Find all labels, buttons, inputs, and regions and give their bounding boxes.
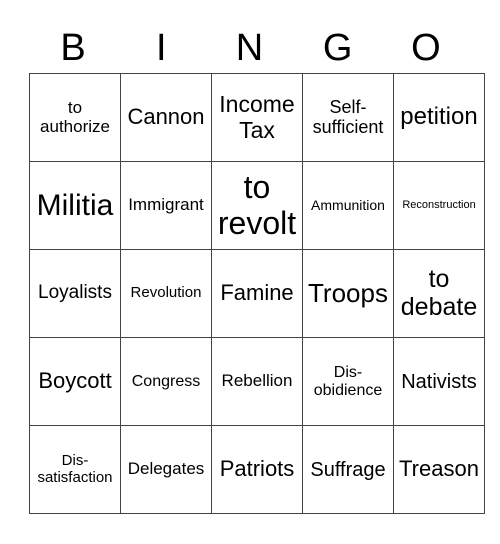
bingo-cell[interactable]: Delegates — [120, 425, 212, 514]
header-letter: G — [322, 27, 353, 69]
bingo-cell[interactable]: Troops — [302, 249, 394, 338]
bingo-cell[interactable]: Cannon — [120, 73, 212, 162]
bingo-cell[interactable]: Nativists — [393, 337, 485, 426]
header-letter: O — [411, 27, 441, 69]
header-letter: I — [156, 27, 167, 69]
bingo-row: Militia Immigrant to revolt Ammunition Recon… — [29, 161, 485, 250]
bingo-cell[interactable]: Boycott — [29, 337, 121, 426]
bingo-cell[interactable]: Ammunition — [302, 161, 394, 250]
bingo-cell[interactable]: Reconstruction — [393, 161, 485, 250]
bingo-cell[interactable]: to revolt — [211, 161, 303, 250]
bingo-cell[interactable]: to authorize — [29, 73, 121, 162]
bingo-cell[interactable]: Revolution — [120, 249, 212, 338]
bingo-row: Dis-satisfaction Delegates Patriots Suffrag… — [29, 425, 485, 514]
bingo-cell[interactable]: Dis-satisfaction — [29, 425, 121, 514]
bingo-cell[interactable]: Congress — [120, 337, 212, 426]
bingo-row: Loyalists Revolution Famine Troops to debate — [29, 249, 485, 338]
bingo-cell[interactable]: Immigrant — [120, 161, 212, 250]
bingo-row: Boycott Congress Rebellion Dis-obidience Nat… — [29, 337, 485, 426]
header-letter: B — [60, 27, 86, 69]
bingo-cell[interactable]: Income Tax — [211, 73, 303, 162]
bingo-cell[interactable]: Rebellion — [211, 337, 303, 426]
bingo-cell[interactable]: petition — [393, 73, 485, 162]
header-letter: N — [235, 27, 264, 69]
bingo-cell[interactable]: Self-sufficient — [302, 73, 394, 162]
bingo-grid: to authorize Cannon Income Tax Self-suffici… — [29, 73, 485, 514]
bingo-cell[interactable]: Treason — [393, 425, 485, 514]
bingo-row: to authorize Cannon Income Tax Self-suffici… — [29, 73, 485, 162]
bingo-cell[interactable]: Loyalists — [29, 249, 121, 338]
bingo-cell[interactable]: Famine — [211, 249, 303, 338]
bingo-cell[interactable]: Dis-obidience — [302, 337, 394, 426]
bingo-header: B I N G O — [29, 24, 470, 72]
bingo-cell[interactable]: to debate — [393, 249, 485, 338]
bingo-cell[interactable]: Patriots — [211, 425, 303, 514]
bingo-cell[interactable]: Suffrage — [302, 425, 394, 514]
bingo-cell[interactable]: Militia — [29, 161, 121, 250]
